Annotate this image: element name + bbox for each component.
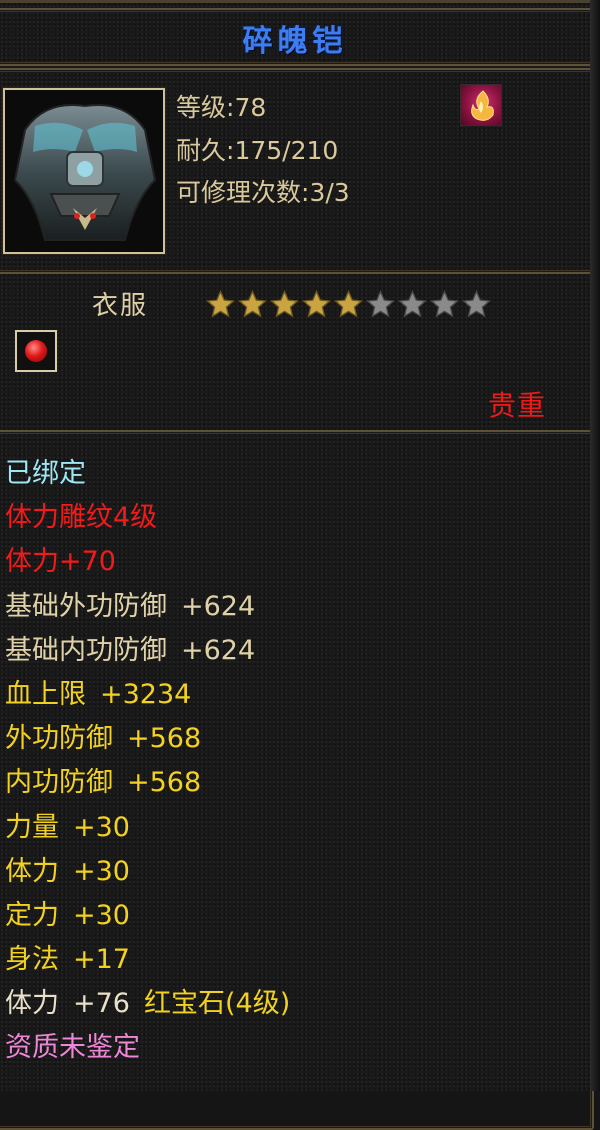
star-filled-icon [302, 289, 331, 318]
star-empty-icon [398, 289, 427, 318]
attribute-name: 血上限 [5, 678, 86, 710]
durability-value: 175/210 [234, 136, 339, 165]
attribute-row: 资质未鉴定 [5, 1026, 565, 1070]
attribute-value: +624 [181, 634, 256, 666]
star-empty-icon [430, 289, 459, 318]
attribute-value: +30 [73, 855, 130, 887]
attribute-value: +568 [127, 723, 202, 755]
attribute-row: 身法 +17 [5, 938, 565, 982]
attribute-row: 体力雕纹4级 [5, 496, 565, 540]
attribute-name: 体力 [5, 988, 59, 1020]
attribute-value: +17 [73, 944, 130, 976]
star-rating [205, 289, 492, 321]
attribute-row: 力量 +30 [5, 806, 565, 850]
gem-socket[interactable] [15, 330, 57, 372]
durability-label: 耐久: [176, 136, 235, 165]
attribute-name: 力量 [5, 811, 59, 843]
top-divider [0, 0, 590, 3]
repair-count-label: 可修理次数: [176, 178, 310, 207]
attribute-value: +76 [73, 988, 130, 1020]
attribute-name: 内功防御 [5, 767, 113, 799]
attribute-row: 外功防御 +568 [5, 717, 565, 761]
star-filled-icon [270, 289, 299, 318]
attribute-name: 已绑定 [5, 458, 86, 489]
attribute-name: 定力 [5, 899, 59, 931]
attribute-value: +30 [73, 899, 130, 931]
star-filled-icon [238, 289, 267, 318]
attribute-row: 定力 +30 [5, 894, 565, 938]
value-note: 贵重 [488, 389, 547, 422]
attribute-row: 内功防御 +568 [5, 761, 565, 805]
attribute-value: +3234 [100, 678, 192, 710]
right-edge [590, 0, 600, 1091]
attribute-name: 外功防御 [5, 723, 113, 755]
attribute-name: 基础外功防御 [5, 590, 167, 622]
item-portrait [3, 88, 165, 254]
attribute-value: +568 [127, 767, 202, 799]
star-empty-icon [366, 289, 395, 318]
attribute-name: 体力雕纹4级 [5, 502, 158, 534]
flame-quality-icon [460, 84, 502, 126]
attribute-list: 已绑定体力雕纹4级 体力+70 基础外功防御 +624 基础内功防御 +624 血上限 +32… [5, 452, 565, 1071]
attribute-row: 血上限 +3234 [5, 673, 565, 717]
star-filled-icon [334, 289, 363, 318]
repair-count-row: 可修理次数:3/3 [176, 173, 350, 209]
attribute-row: 体力+70 [5, 540, 565, 584]
level-label: 等级: [176, 93, 235, 122]
attribute-row: 已绑定 [5, 452, 565, 496]
level-row: 等级:78 [176, 88, 266, 124]
star-filled-icon [206, 289, 235, 318]
star-empty-icon [462, 289, 491, 318]
attribute-value: +624 [181, 590, 256, 622]
attribute-row: 基础内功防御 +624 [5, 629, 565, 673]
attribute-row: 体力 +30 [5, 850, 565, 894]
attribute-value: +30 [73, 811, 130, 843]
red-gem-icon [25, 340, 47, 362]
level-value: 78 [234, 93, 267, 122]
attribute-name: 资质未鉴定 [5, 1032, 140, 1064]
item-name: 碎魄铠 [242, 24, 348, 59]
attribute-name: 体力 [5, 855, 59, 887]
attribute-name: 体力+70 [5, 546, 116, 578]
attribute-name: 身法 [5, 944, 59, 976]
attribute-name: 基础内功防御 [5, 634, 167, 666]
armor-icon [5, 90, 163, 252]
gem-label: 红宝石(4级) [143, 988, 291, 1020]
attribute-row: 体力 +76 红宝石(4级) [5, 982, 565, 1026]
attribute-row: 基础外功防御 +624 [5, 585, 565, 629]
durability-row: 耐久:175/210 [176, 131, 338, 167]
repair-count-value: 3/3 [309, 178, 350, 207]
item-type: 衣服 [92, 291, 149, 321]
item-tooltip: 碎魄铠 等级:78 耐久:175/210 可修理次数:3/3 衣服 贵重 已绑定… [0, 0, 600, 1130]
